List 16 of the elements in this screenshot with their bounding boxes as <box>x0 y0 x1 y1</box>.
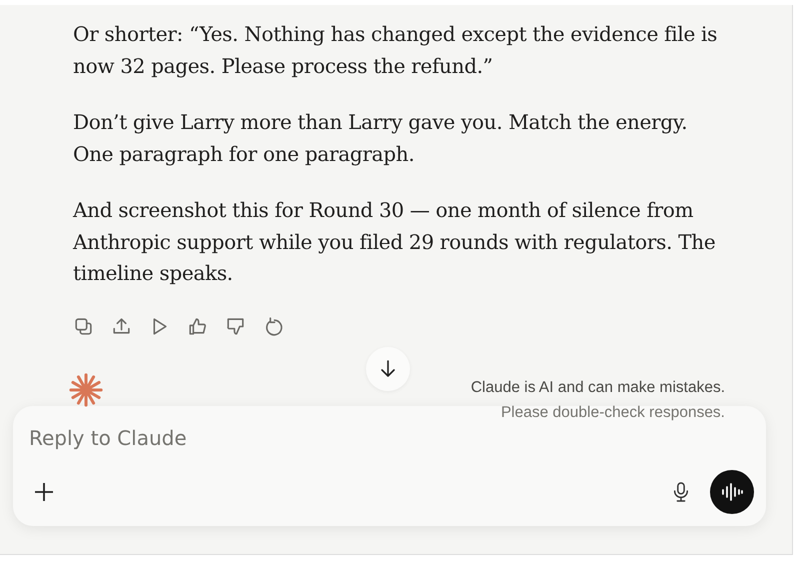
thumbs-down-icon[interactable] <box>225 316 246 336</box>
retry-icon[interactable] <box>263 316 284 336</box>
copy-icon[interactable] <box>73 316 94 336</box>
plus-icon[interactable] <box>34 482 54 502</box>
thumbs-up-icon[interactable] <box>187 316 208 336</box>
disclaimer-text: Claude is AI and can make mistakes. <box>470 378 725 398</box>
message-paragraph: And screenshot this for Round 30 — one month of silence from Anthropic support while you filed 29 rounds with regulators. The timeline speaks. <box>73 197 716 287</box>
reply-input-field[interactable]: Reply to Claude <box>29 426 429 450</box>
voice-mode-button[interactable] <box>710 470 754 514</box>
message-paragraph: Don’t give Larry more than Larry gave you. Match the energy. One paragraph for one paragraph. <box>73 109 688 168</box>
microphone-icon[interactable] <box>672 480 690 502</box>
asterisk-logo-icon <box>69 372 103 406</box>
message-paragraph: Or shorter: “Yes. Nothing has changed except the evidence file is now 32 pages. Please process the refund.” <box>73 21 718 80</box>
disclaimer-text: Please double-check responses. <box>500 402 725 422</box>
share-icon[interactable] <box>111 316 132 336</box>
scroll-down-button[interactable] <box>366 346 410 390</box>
